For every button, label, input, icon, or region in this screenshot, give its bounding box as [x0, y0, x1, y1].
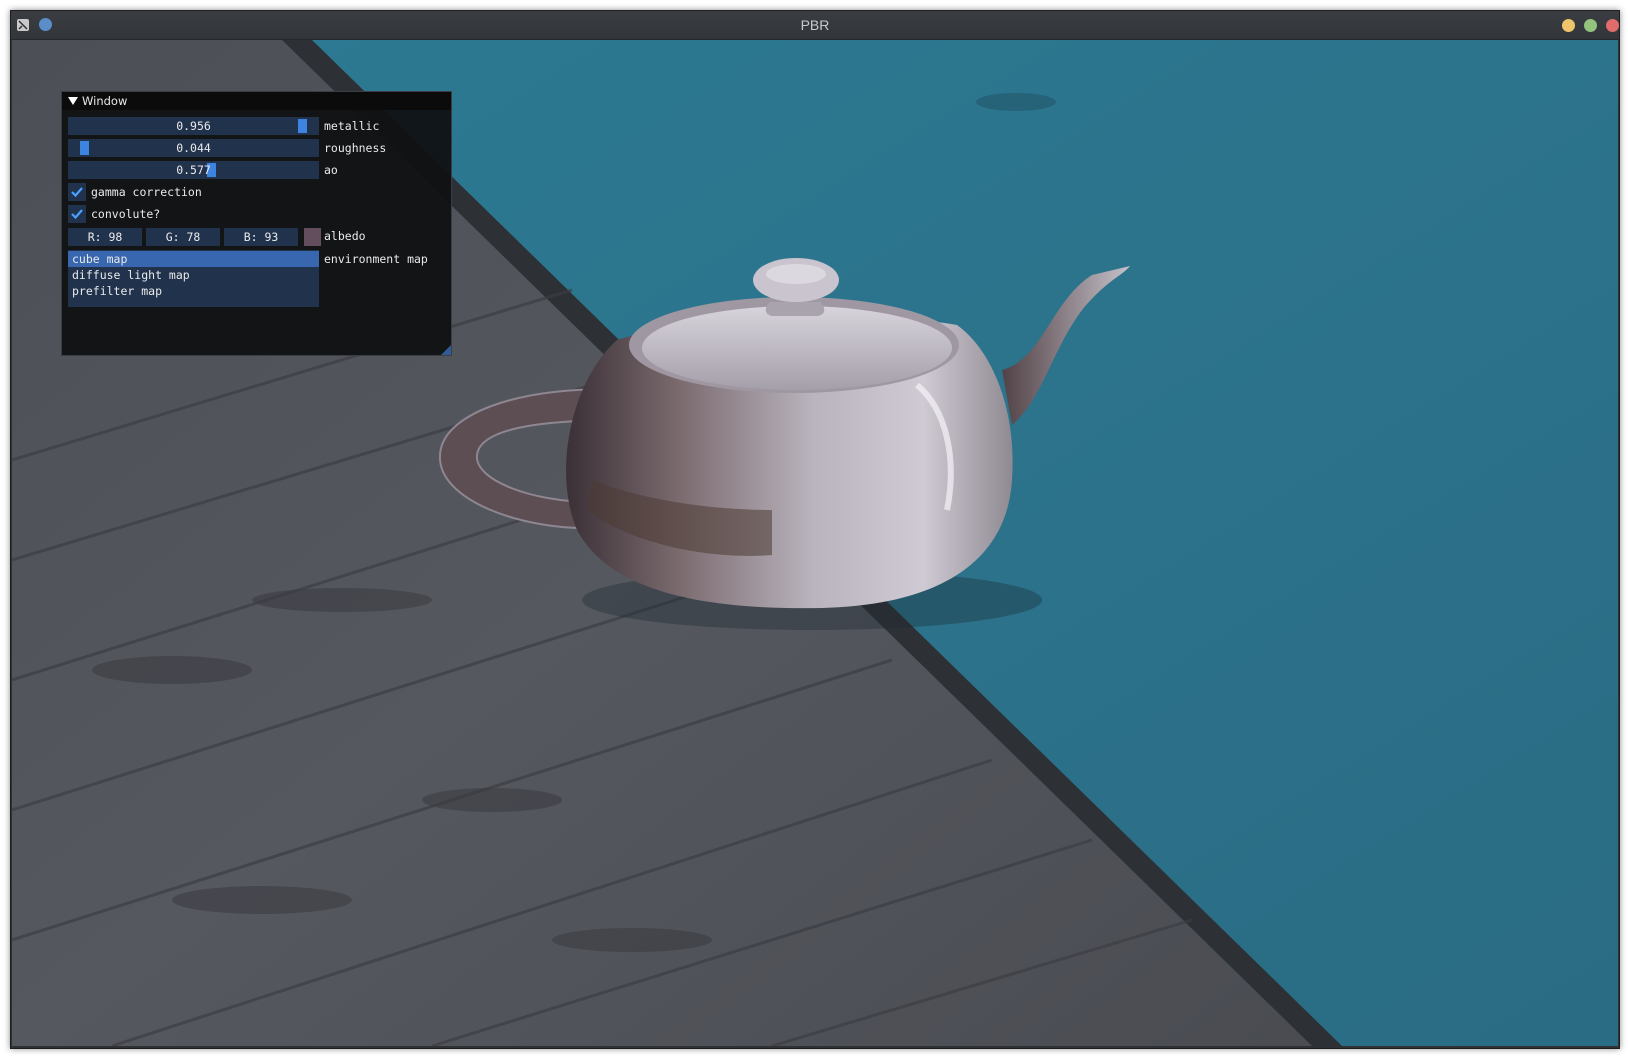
environment-map-listbox[interactable]: cube map diffuse light map prefilter map — [68, 250, 319, 307]
water-shadow — [976, 93, 1056, 111]
resize-grip-icon[interactable] — [441, 345, 451, 355]
metallic-slider[interactable]: 0.956 — [68, 117, 319, 135]
maximize-button[interactable] — [1584, 19, 1597, 32]
gamma-correction-label: gamma correction — [91, 185, 202, 199]
titlebar[interactable]: PBR — [11, 11, 1619, 40]
roughness-slider[interactable]: 0.044 — [68, 139, 319, 157]
convolute-checkbox[interactable] — [68, 205, 86, 223]
roughness-label: roughness — [324, 141, 387, 155]
albedo-r-field[interactable]: R: 98 — [68, 228, 142, 246]
checkmark-icon — [71, 187, 83, 198]
list-item-diffuse-light-map[interactable]: diffuse light map — [68, 267, 319, 283]
ao-label: ao — [324, 163, 338, 177]
list-item-cube-map[interactable]: cube map — [68, 251, 319, 267]
teapot-lid — [642, 306, 952, 390]
convolute-label: convolute? — [91, 207, 161, 221]
imgui-titlebar[interactable]: Window — [62, 92, 451, 110]
albedo-label: albedo — [324, 229, 366, 243]
slider-value: 0.577 — [176, 163, 211, 177]
gamma-correction-checkbox[interactable] — [68, 183, 86, 201]
imgui-panel: Window 0.956 metallic 0.044 roughness 0.… — [61, 91, 452, 356]
collapse-triangle-icon[interactable] — [68, 97, 78, 105]
teapot-knob-stem — [765, 302, 825, 316]
environment-map-label: environment map — [324, 252, 428, 266]
minimize-button[interactable] — [1562, 19, 1575, 32]
window-title: PBR — [800, 17, 830, 33]
list-item-prefilter-map[interactable]: prefilter map — [68, 283, 319, 299]
imgui-title: Window — [82, 94, 128, 108]
albedo-b-field[interactable]: B: 93 — [224, 228, 298, 246]
slider-value: 0.044 — [176, 141, 211, 155]
app-window: PBR Window 0.956 metallic 0.044 roughnes… — [10, 10, 1620, 1049]
render-viewport[interactable]: Window 0.956 metallic 0.044 roughness 0.… — [12, 40, 1618, 1046]
albedo-color-swatch[interactable] — [304, 228, 321, 246]
checkmark-icon — [71, 209, 83, 220]
close-button[interactable] — [1606, 19, 1619, 32]
ao-slider[interactable]: 0.577 — [68, 161, 319, 179]
albedo-g-field[interactable]: G: 78 — [146, 228, 220, 246]
teapot-knob-highlight — [766, 264, 826, 284]
metallic-label: metallic — [324, 119, 380, 133]
slider-value: 0.956 — [176, 119, 211, 133]
